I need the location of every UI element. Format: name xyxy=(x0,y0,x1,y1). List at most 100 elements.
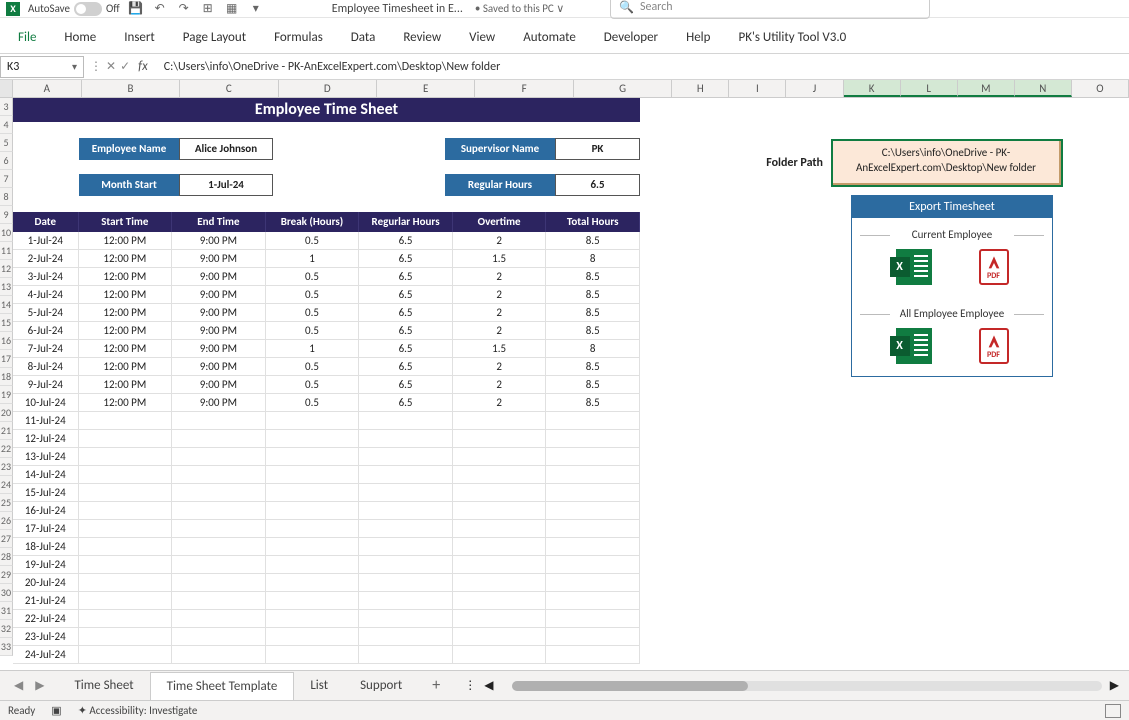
table-cell[interactable]: 9:00 PM xyxy=(172,340,266,358)
table-cell[interactable] xyxy=(453,538,547,556)
table-cell[interactable] xyxy=(359,538,453,556)
row-header-23[interactable]: 23 xyxy=(0,458,13,476)
table-cell[interactable] xyxy=(172,556,266,574)
document-name[interactable]: Employee Timesheet in E... xyxy=(332,2,463,16)
table-cell[interactable] xyxy=(79,628,173,646)
ribbon-tab-data[interactable]: Data xyxy=(337,22,390,53)
formula-input[interactable]: C:\Users\info\OneDrive - PK-AnExcelExper… xyxy=(158,60,1129,74)
row-header-11[interactable]: 11 xyxy=(0,242,13,260)
table-cell[interactable]: 16-Jul-24 xyxy=(13,502,79,520)
table-row[interactable]: 2-Jul-2412:00 PM9:00 PM16.51.58 xyxy=(13,250,640,268)
ribbon-tab-pk-s-utility-tool-v3-0[interactable]: PK's Utility Tool V3.0 xyxy=(724,22,860,53)
table-cell[interactable]: 0.5 xyxy=(266,376,360,394)
table-cell[interactable]: 8 xyxy=(546,340,640,358)
table-cell[interactable] xyxy=(79,574,173,592)
table-cell[interactable] xyxy=(266,466,360,484)
table-cell[interactable] xyxy=(172,592,266,610)
export-all-pdf-icon[interactable]: PDF xyxy=(979,328,1009,364)
table-cell[interactable] xyxy=(172,412,266,430)
table-cell[interactable] xyxy=(359,430,453,448)
table-cell[interactable]: 2 xyxy=(453,358,547,376)
row-header-28[interactable]: 28 xyxy=(0,548,13,566)
table-cell[interactable]: 21-Jul-24 xyxy=(13,592,79,610)
search-box[interactable]: 🔍 Search xyxy=(610,0,930,19)
row-header-31[interactable]: 31 xyxy=(0,602,13,620)
table-cell[interactable]: 2 xyxy=(453,376,547,394)
table-cell[interactable] xyxy=(359,502,453,520)
table-cell[interactable] xyxy=(79,430,173,448)
table-cell[interactable]: 8 xyxy=(546,250,640,268)
row-header-21[interactable]: 21 xyxy=(0,422,13,440)
sup-name-value[interactable]: PK xyxy=(555,138,640,160)
table-cell[interactable]: 12:00 PM xyxy=(79,340,173,358)
row-header-15[interactable]: 15 xyxy=(0,314,13,332)
table-cell[interactable] xyxy=(266,448,360,466)
table-cell[interactable]: 4-Jul-24 xyxy=(13,286,79,304)
table-cell[interactable] xyxy=(266,574,360,592)
table-cell[interactable] xyxy=(453,574,547,592)
table-cell[interactable]: 11-Jul-24 xyxy=(13,412,79,430)
table-cell[interactable] xyxy=(266,610,360,628)
column-header-A[interactable]: A xyxy=(13,80,82,97)
table-cell[interactable]: 9-Jul-24 xyxy=(13,376,79,394)
table-cell[interactable]: 18-Jul-24 xyxy=(13,538,79,556)
table-cell[interactable] xyxy=(359,466,453,484)
row-header-33[interactable]: 33 xyxy=(0,638,13,656)
ribbon-tab-page-layout[interactable]: Page Layout xyxy=(169,22,260,53)
table-cell[interactable] xyxy=(546,520,640,538)
row-header-4[interactable]: 4 xyxy=(0,116,13,134)
table-cell[interactable]: 6.5 xyxy=(359,232,453,250)
table-cell[interactable] xyxy=(546,628,640,646)
table-cell[interactable] xyxy=(79,538,173,556)
table-cell[interactable] xyxy=(172,466,266,484)
ribbon-tab-insert[interactable]: Insert xyxy=(110,22,169,53)
table-cell[interactable]: 17-Jul-24 xyxy=(13,520,79,538)
tab-prev-icon[interactable]: ◀ xyxy=(14,678,23,693)
table-cell[interactable]: 12:00 PM xyxy=(79,304,173,322)
undo-icon[interactable]: ↶ xyxy=(152,1,168,17)
row-header-32[interactable]: 32 xyxy=(0,620,13,638)
row-header-25[interactable]: 25 xyxy=(0,494,13,512)
table-cell[interactable] xyxy=(453,520,547,538)
table-cell[interactable] xyxy=(546,466,640,484)
column-header-I[interactable]: I xyxy=(729,80,786,97)
table-cell[interactable]: 9:00 PM xyxy=(172,286,266,304)
table-cell[interactable] xyxy=(453,484,547,502)
accept-icon[interactable]: ✓ xyxy=(120,59,130,74)
column-header-F[interactable]: F xyxy=(475,80,573,97)
table-cell[interactable] xyxy=(172,448,266,466)
table-cell[interactable]: 12:00 PM xyxy=(79,376,173,394)
ribbon-tab-file[interactable]: File xyxy=(4,22,50,53)
table-cell[interactable]: 8.5 xyxy=(546,304,640,322)
table-cell[interactable]: 8.5 xyxy=(546,232,640,250)
table-cell[interactable] xyxy=(79,556,173,574)
table-cell[interactable]: 6.5 xyxy=(359,322,453,340)
table-cell[interactable]: 0.5 xyxy=(266,394,360,412)
row-header-18[interactable]: 18 xyxy=(0,368,13,386)
row-header-8[interactable]: 8 xyxy=(0,188,13,206)
table-cell[interactable]: 20-Jul-24 xyxy=(13,574,79,592)
grid-area[interactable]: 3456789101112131415161718192021222324252… xyxy=(0,98,1129,683)
table-cell[interactable]: 0.5 xyxy=(266,322,360,340)
table-cell[interactable] xyxy=(359,448,453,466)
scroll-left-icon[interactable]: ◀ xyxy=(484,678,493,693)
table-row[interactable]: 8-Jul-2412:00 PM9:00 PM0.56.528.5 xyxy=(13,358,640,376)
table-cell[interactable]: 12:00 PM xyxy=(79,394,173,412)
table-cell[interactable] xyxy=(79,610,173,628)
column-header-H[interactable]: H xyxy=(672,80,729,97)
save-icon[interactable]: 💾 xyxy=(128,1,144,17)
table-cell[interactable] xyxy=(359,592,453,610)
table-cell[interactable] xyxy=(172,430,266,448)
row-header-24[interactable]: 24 xyxy=(0,476,13,494)
table-cell[interactable] xyxy=(79,592,173,610)
table-cell[interactable] xyxy=(172,520,266,538)
table-cell[interactable]: 12:00 PM xyxy=(79,268,173,286)
table-cell[interactable] xyxy=(546,538,640,556)
export-all-excel-icon[interactable] xyxy=(896,328,932,364)
row-header-5[interactable]: 5 xyxy=(0,134,13,152)
scroll-right-icon[interactable]: ▶ xyxy=(1110,678,1119,693)
table-cell[interactable] xyxy=(266,502,360,520)
ribbon-tab-formulas[interactable]: Formulas xyxy=(260,22,337,53)
normal-view-icon[interactable] xyxy=(1105,704,1121,718)
table-cell[interactable]: 1 xyxy=(266,340,360,358)
